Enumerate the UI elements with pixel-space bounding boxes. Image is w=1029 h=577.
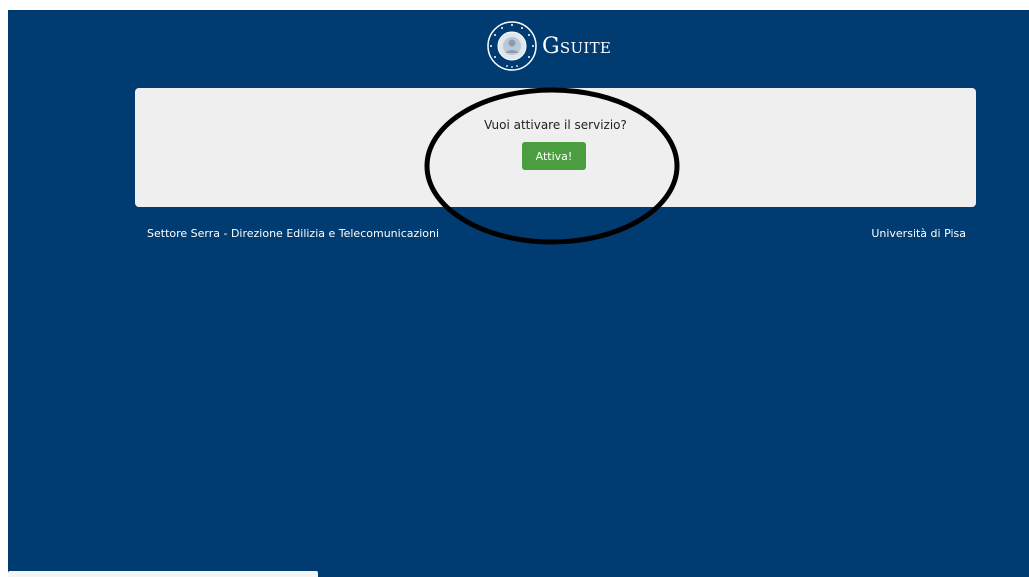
university-seal-icon [487,21,537,71]
footer-university: Università di Pisa [871,227,966,240]
activate-button[interactable]: Attiva! [522,142,586,170]
activation-question: Vuoi attivare il servizio? [484,118,627,132]
footer-department: Settore Serra - Direzione Edilizia e Tel… [147,227,440,240]
activation-card: Vuoi attivare il servizio? Attiva! [135,88,976,207]
bottom-tab-strip [8,571,318,577]
header-logo: Gsuite [486,21,612,71]
logo-title: Gsuite [542,33,612,59]
page-background: Gsuite Vuoi attivare il servizio? Attiva… [8,10,1029,577]
